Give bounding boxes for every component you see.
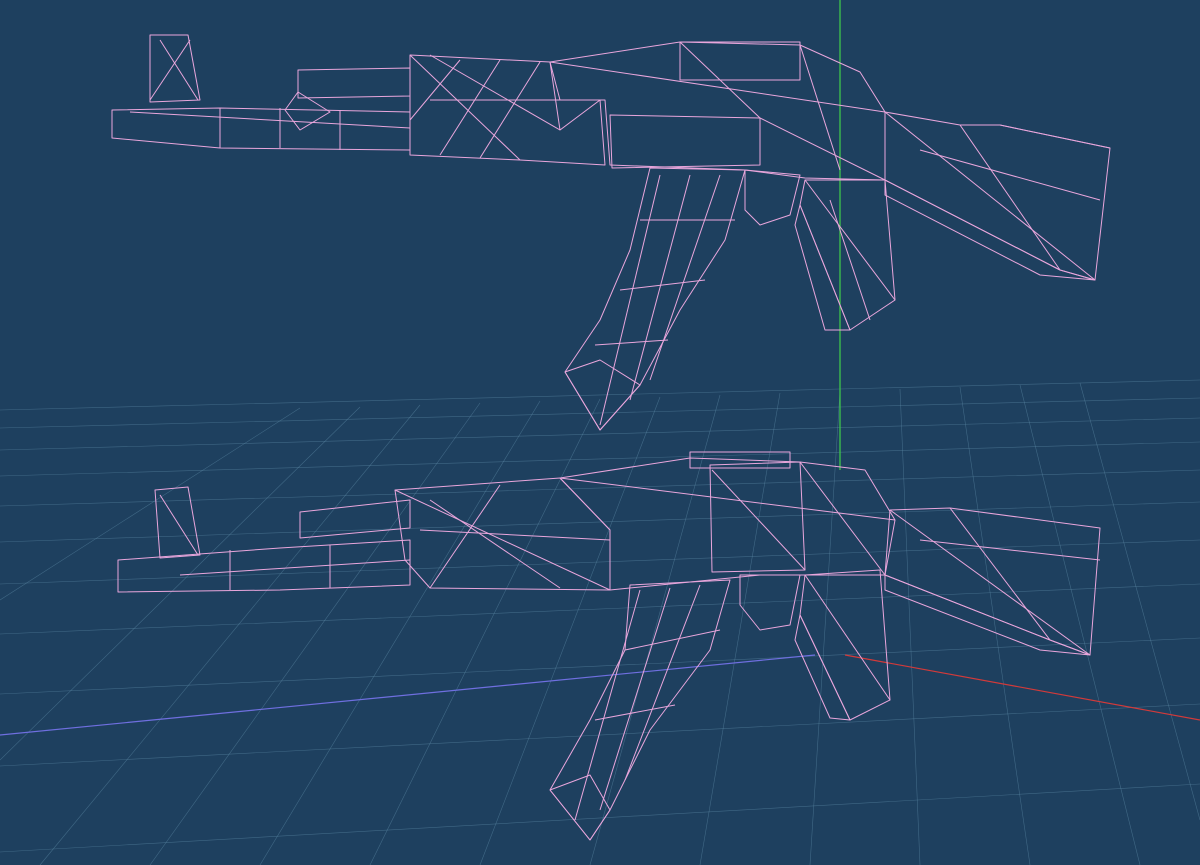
x-axis-line xyxy=(844,654,1200,721)
z-axis-line xyxy=(0,654,816,736)
viewport-canvas[interactable] xyxy=(0,0,1200,865)
3d-viewport[interactable] xyxy=(0,0,1200,865)
ak-rifle-side-view[interactable] xyxy=(111,34,1111,431)
